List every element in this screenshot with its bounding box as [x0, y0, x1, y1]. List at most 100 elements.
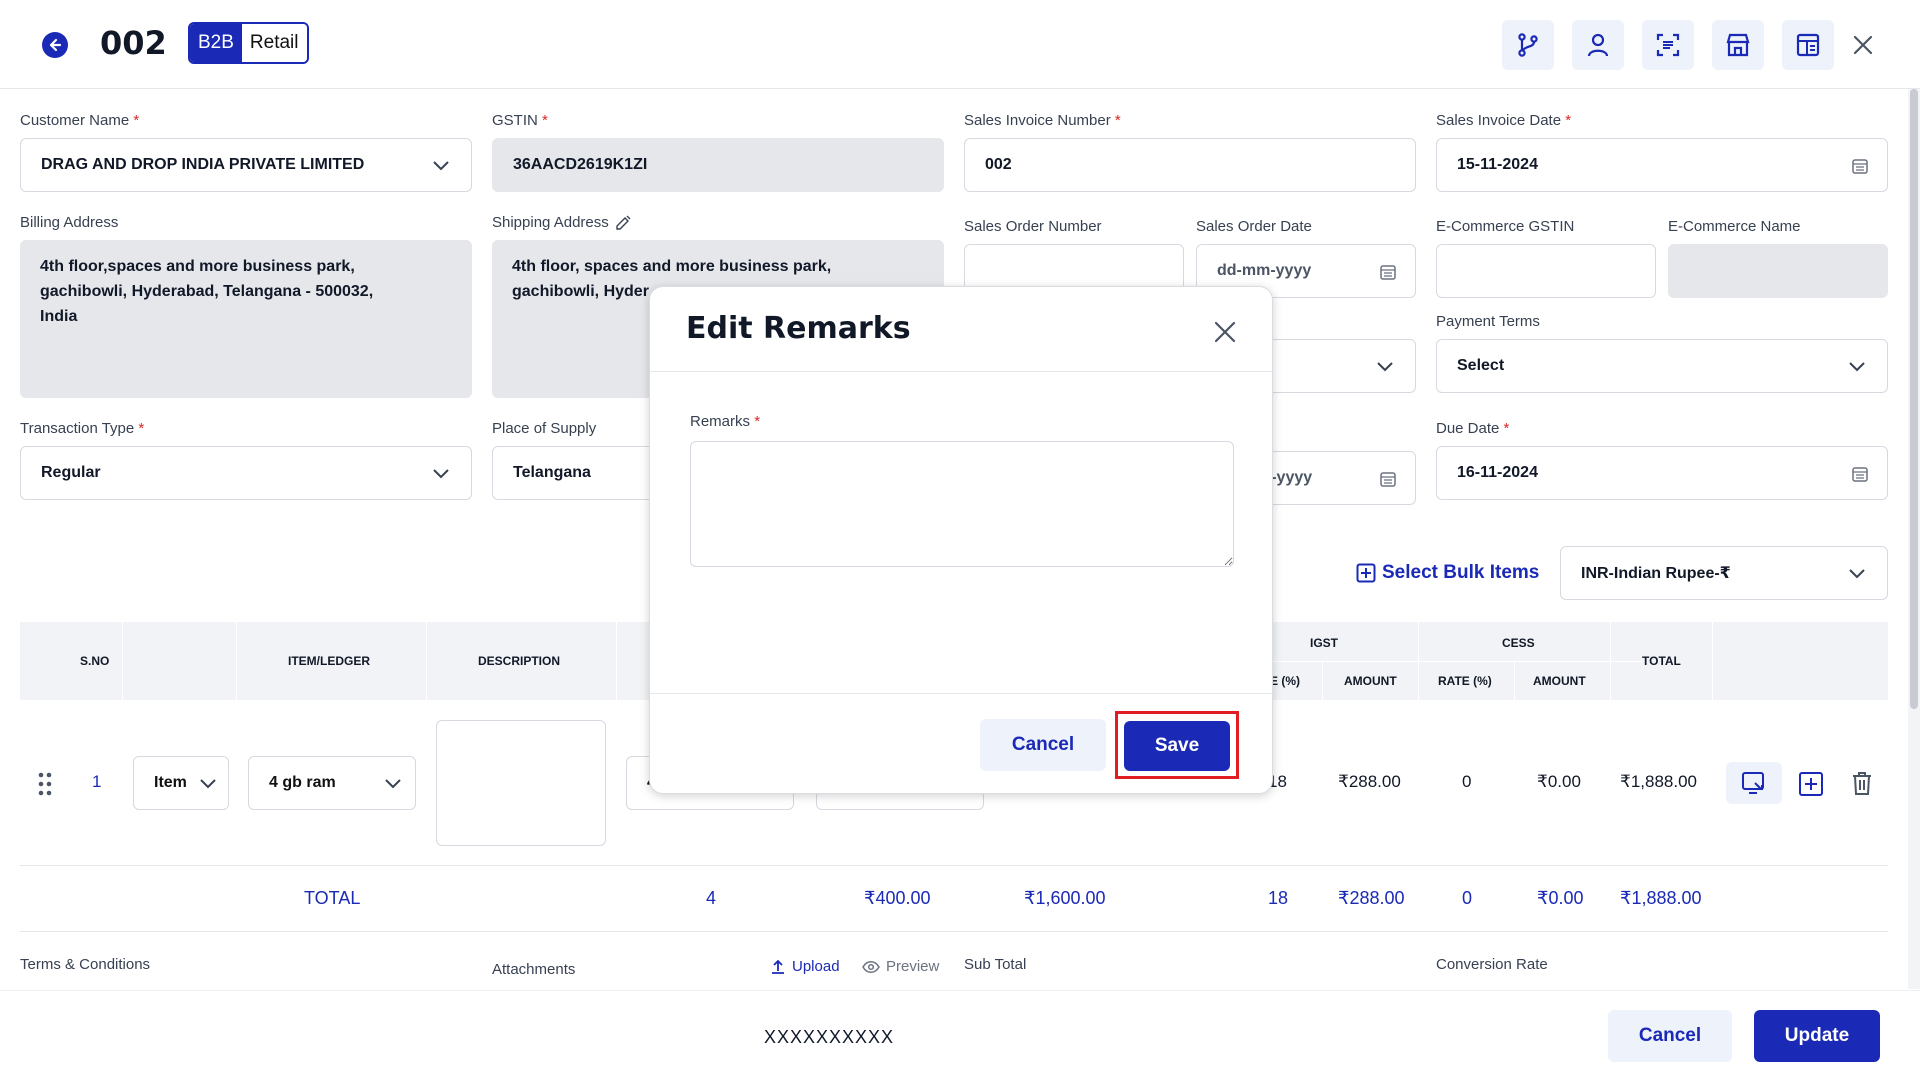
chevron-down-icon [200, 779, 216, 789]
edit-remarks-modal: Edit Remarks Remarks * Cancel Save [649, 286, 1273, 794]
cess-header: CESS [1502, 636, 1535, 650]
scan-icon[interactable] [1642, 20, 1694, 70]
item-ledger-header: ITEM/LEDGER [288, 654, 371, 668]
calendar-icon [1852, 467, 1868, 482]
chevron-down-icon [433, 161, 449, 171]
eye-icon [862, 960, 880, 973]
cess-rate-header: RATE (%) [1438, 674, 1492, 688]
table-total-row: TOTAL 4 ₹400.00 ₹1,600.00 18 ₹288.00 0 ₹… [20, 866, 1888, 932]
terms-label: Terms & Conditions [20, 956, 151, 973]
sales-order-date-label: Sales Order Date [1196, 218, 1312, 235]
remarks-textarea[interactable] [690, 441, 1234, 567]
total-igst-amount: ₹288.00 [1338, 888, 1405, 908]
customer-name-select[interactable]: DRAG AND DROP INDIA PRIVATE LIMITED [20, 138, 472, 192]
due-date-input[interactable]: 16-11-2024 [1436, 446, 1888, 500]
row-cess-rate: 0 [1462, 772, 1472, 791]
currency-select[interactable]: INR-Indian Rupee-₹ [1560, 546, 1888, 600]
sales-invoice-number-label: Sales Invoice Number * [964, 112, 1121, 129]
back-arrow-icon[interactable] [42, 32, 68, 58]
gstin-field: 36AACD2619K1ZI [492, 138, 944, 192]
footer-center-text: XXXXXXXXXX [764, 1027, 895, 1047]
b2b-toggle[interactable]: B2B [190, 24, 242, 62]
billing-address-field: 4th floor,spaces and more business park,… [20, 240, 472, 398]
edit-icon[interactable] [615, 215, 631, 231]
sales-order-number-label: Sales Order Number [964, 218, 1102, 235]
transaction-type-label: Transaction Type * [20, 420, 145, 437]
row-type-select[interactable]: Item [133, 756, 229, 810]
total-rate: ₹400.00 [864, 888, 931, 908]
scrollbar-thumb[interactable] [1910, 89, 1918, 709]
conversion-rate-label: Conversion Rate [1436, 956, 1548, 973]
igst-header: IGST [1310, 636, 1339, 650]
chevron-down-icon [1849, 362, 1865, 372]
document-number: 002 [100, 24, 167, 62]
gstin-label: GSTIN * [492, 112, 548, 129]
chevron-down-icon [1849, 569, 1865, 579]
row-total: ₹1,888.00 [1620, 772, 1697, 791]
branch-icon[interactable] [1502, 20, 1554, 70]
cancel-button[interactable]: Cancel [1608, 1010, 1732, 1062]
sno-header: S.NO [80, 654, 110, 668]
chevron-down-icon [385, 779, 401, 789]
calendar-icon [1380, 265, 1396, 280]
modal-cancel-button[interactable]: Cancel [980, 719, 1106, 771]
add-row-icon[interactable] [1798, 771, 1824, 797]
invoice-edit-page: 002 B2B Retail Customer Name * DRAG AND … [0, 0, 1920, 1080]
modal-title: Edit Remarks [686, 311, 911, 346]
layout-icon[interactable] [1782, 20, 1834, 70]
chevron-down-icon [1377, 362, 1393, 372]
total-cess-amount: ₹0.00 [1537, 888, 1584, 908]
total-qty: 4 [706, 888, 717, 908]
place-of-supply-label: Place of Supply [492, 420, 597, 437]
upload-link[interactable]: Upload [770, 958, 840, 975]
modal-close-icon[interactable] [1210, 317, 1240, 347]
user-icon[interactable] [1572, 20, 1624, 70]
row-preview-icon[interactable] [1726, 762, 1782, 804]
ecommerce-gstin-input[interactable] [1436, 244, 1656, 298]
preview-link[interactable]: Preview [862, 958, 939, 975]
ecommerce-name-label: E-Commerce Name [1668, 218, 1801, 235]
retail-toggle[interactable]: Retail [241, 24, 307, 62]
ecommerce-gstin-label: E-Commerce GSTIN [1436, 218, 1575, 235]
due-date-label: Due Date * [1436, 420, 1510, 437]
row-cess-amount: ₹0.00 [1537, 772, 1581, 791]
store-icon[interactable] [1712, 20, 1764, 70]
customer-name-label: Customer Name * [20, 112, 140, 129]
row-igst-amount: ₹288.00 [1338, 772, 1401, 791]
page-header: 002 B2B Retail [0, 0, 1920, 89]
total-label: TOTAL [304, 888, 361, 908]
upload-icon [772, 959, 784, 974]
transaction-type-select[interactable]: Regular [20, 446, 472, 500]
close-icon[interactable] [1848, 30, 1878, 60]
invoice-type-toggle: B2B Retail [188, 22, 309, 64]
ecommerce-name-input [1668, 244, 1888, 298]
row-item-select[interactable]: 4 gb ram [248, 756, 416, 810]
billing-address-label: Billing Address [20, 214, 119, 231]
update-button[interactable]: Update [1754, 1010, 1880, 1062]
row-sno: 1 [92, 772, 102, 791]
total-igst-rate: 18 [1268, 888, 1289, 908]
select-bulk-items-link[interactable]: Select Bulk Items [1356, 562, 1539, 584]
cess-amount-header: AMOUNT [1533, 674, 1586, 688]
sales-invoice-date-input[interactable]: 15-11-2024 [1436, 138, 1888, 192]
grand-total: ₹1,888.00 [1620, 888, 1702, 908]
row-description-input[interactable] [436, 720, 606, 846]
modal-save-button[interactable]: Save [1124, 721, 1230, 771]
payment-terms-select[interactable]: Select [1436, 339, 1888, 393]
payment-terms-label: Payment Terms [1436, 313, 1540, 330]
description-header: DESCRIPTION [478, 654, 561, 668]
sub-total-label: Sub Total [964, 956, 1027, 973]
total-cess-rate: 0 [1462, 888, 1473, 908]
igst-amount-header: AMOUNT [1344, 674, 1397, 688]
calendar-icon [1852, 159, 1868, 174]
attachments-label: Attachments [492, 961, 576, 978]
total-header: TOTAL [1642, 654, 1681, 668]
add-box-icon [1356, 563, 1376, 583]
chevron-down-icon [433, 469, 449, 479]
drag-handle-icon[interactable] [38, 772, 52, 796]
calendar-icon [1380, 472, 1396, 487]
igst-rate-header: E (%) [1270, 674, 1300, 688]
delete-icon[interactable] [1850, 770, 1874, 796]
sales-invoice-number-input[interactable]: 002 [964, 138, 1416, 192]
shipping-address-label: Shipping Address [492, 214, 631, 231]
